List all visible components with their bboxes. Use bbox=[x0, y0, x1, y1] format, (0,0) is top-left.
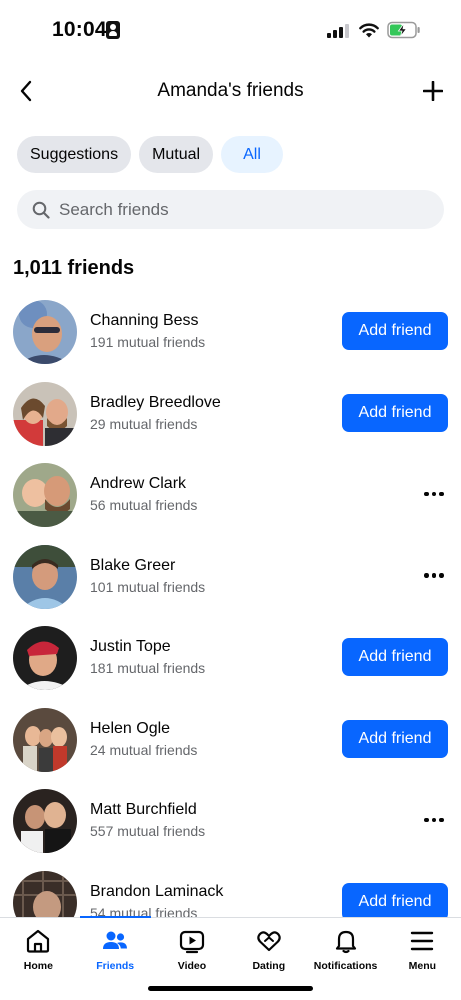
search-icon bbox=[32, 201, 50, 219]
mutual-friends-count: 56 mutual friends bbox=[90, 497, 198, 513]
friend-row[interactable]: Andrew Clark 56 mutual friends bbox=[0, 461, 461, 543]
mutual-friends-count: 101 mutual friends bbox=[90, 578, 206, 595]
tab-label: Friends bbox=[96, 960, 135, 972]
more-options-icon[interactable] bbox=[423, 809, 445, 831]
avatar[interactable] bbox=[13, 870, 77, 919]
plus-icon bbox=[423, 81, 443, 101]
tab-friends[interactable]: Friends bbox=[77, 918, 154, 980]
tab-label: Notifications bbox=[313, 960, 378, 972]
tab-label: Video bbox=[177, 960, 207, 972]
wifi-icon bbox=[359, 23, 379, 38]
avatar[interactable] bbox=[13, 544, 77, 609]
bell-icon bbox=[335, 930, 356, 954]
tab-label: Dating bbox=[252, 960, 286, 972]
status-bar: 10:04 bbox=[0, 0, 461, 62]
avatar[interactable] bbox=[13, 381, 77, 446]
friend-name[interactable]: Andrew Clark bbox=[90, 475, 186, 493]
add-friend-button[interactable]: Add friend bbox=[342, 393, 448, 432]
home-indicator bbox=[148, 986, 313, 991]
avatar[interactable] bbox=[13, 300, 77, 364]
friend-row[interactable]: Brandon Laminack 54 mutual friends Add f… bbox=[0, 869, 461, 919]
header: Amanda's friends bbox=[0, 62, 461, 120]
friend-name[interactable]: Justin Tope bbox=[90, 638, 171, 656]
avatar[interactable] bbox=[13, 707, 77, 772]
avatar[interactable] bbox=[13, 463, 77, 527]
tab-home[interactable]: Home bbox=[0, 918, 77, 980]
mutual-friends-count: 557 mutual friends bbox=[90, 823, 206, 839]
filter-mutual[interactable]: Mutual bbox=[139, 136, 214, 173]
filter-chips: Suggestions Mutual All bbox=[17, 136, 283, 173]
tab-dating[interactable]: Dating bbox=[230, 918, 307, 980]
friend-row[interactable]: Helen Ogle 24 mutual friends Add friend bbox=[0, 706, 461, 788]
add-friend-button[interactable]: Add friend bbox=[342, 882, 448, 918]
bottom-tab-bar: Home Friends Video Dating Notifications … bbox=[0, 916, 461, 1000]
filter-suggestions[interactable]: Suggestions bbox=[17, 136, 132, 173]
friend-row[interactable]: Bradley Breedlove 29 mutual friends Add … bbox=[0, 380, 461, 462]
search-input[interactable] bbox=[59, 199, 419, 220]
active-tab-indicator bbox=[80, 916, 151, 918]
tab-menu[interactable]: Menu bbox=[384, 918, 461, 980]
friends-count: 1,011 friends bbox=[13, 257, 135, 279]
page-title: Amanda's friends bbox=[157, 80, 304, 101]
home-icon bbox=[27, 929, 50, 953]
more-options-icon[interactable] bbox=[423, 483, 445, 505]
friend-row[interactable]: Blake Greer 101 mutual friends bbox=[0, 543, 461, 625]
friend-name[interactable]: Helen Ogle bbox=[90, 720, 170, 738]
mutual-friends-count: 29 mutual friends bbox=[90, 415, 198, 432]
friend-name[interactable]: Matt Burchfield bbox=[90, 801, 197, 819]
friend-list: Channing Bess 191 mutual friends Add fri… bbox=[0, 298, 461, 918]
search-bar[interactable] bbox=[17, 190, 444, 229]
menu-icon bbox=[411, 931, 434, 951]
friend-name[interactable]: Brandon Laminack bbox=[90, 883, 223, 901]
friend-name[interactable]: Blake Greer bbox=[90, 557, 175, 575]
add-friend-button[interactable]: Add friend bbox=[342, 312, 448, 350]
friends-icon bbox=[103, 931, 128, 949]
friend-row[interactable]: Channing Bess 191 mutual friends Add fri… bbox=[0, 298, 461, 380]
friend-row[interactable]: Matt Burchfield 557 mutual friends bbox=[0, 787, 461, 869]
friend-row[interactable]: Justin Tope 181 mutual friends Add frien… bbox=[0, 624, 461, 706]
battery-charging-icon bbox=[387, 21, 420, 39]
video-icon bbox=[179, 930, 205, 954]
avatar[interactable] bbox=[13, 626, 77, 690]
add-friend-button[interactable]: Add friend bbox=[342, 719, 448, 758]
friend-name[interactable]: Channing Bess bbox=[90, 312, 199, 330]
mutual-friends-count: 24 mutual friends bbox=[90, 741, 198, 758]
avatar[interactable] bbox=[13, 789, 77, 853]
status-time: 10:04 bbox=[52, 18, 107, 41]
add-friend-button[interactable]: Add friend bbox=[342, 638, 448, 676]
dating-icon bbox=[257, 931, 281, 952]
mutual-friends-count: 191 mutual friends bbox=[90, 334, 206, 350]
more-options-icon[interactable] bbox=[423, 565, 445, 587]
tab-notifications[interactable]: Notifications bbox=[307, 918, 384, 980]
tab-label: Menu bbox=[408, 960, 437, 972]
add-button[interactable] bbox=[419, 76, 447, 106]
tab-label: Home bbox=[23, 960, 53, 972]
mutual-friends-count: 181 mutual friends bbox=[90, 660, 206, 676]
contact-card-icon bbox=[106, 21, 120, 39]
filter-all[interactable]: All bbox=[221, 136, 283, 173]
friend-name[interactable]: Bradley Breedlove bbox=[90, 394, 221, 412]
tab-video[interactable]: Video bbox=[154, 918, 231, 980]
cellular-signal-icon bbox=[327, 24, 349, 38]
